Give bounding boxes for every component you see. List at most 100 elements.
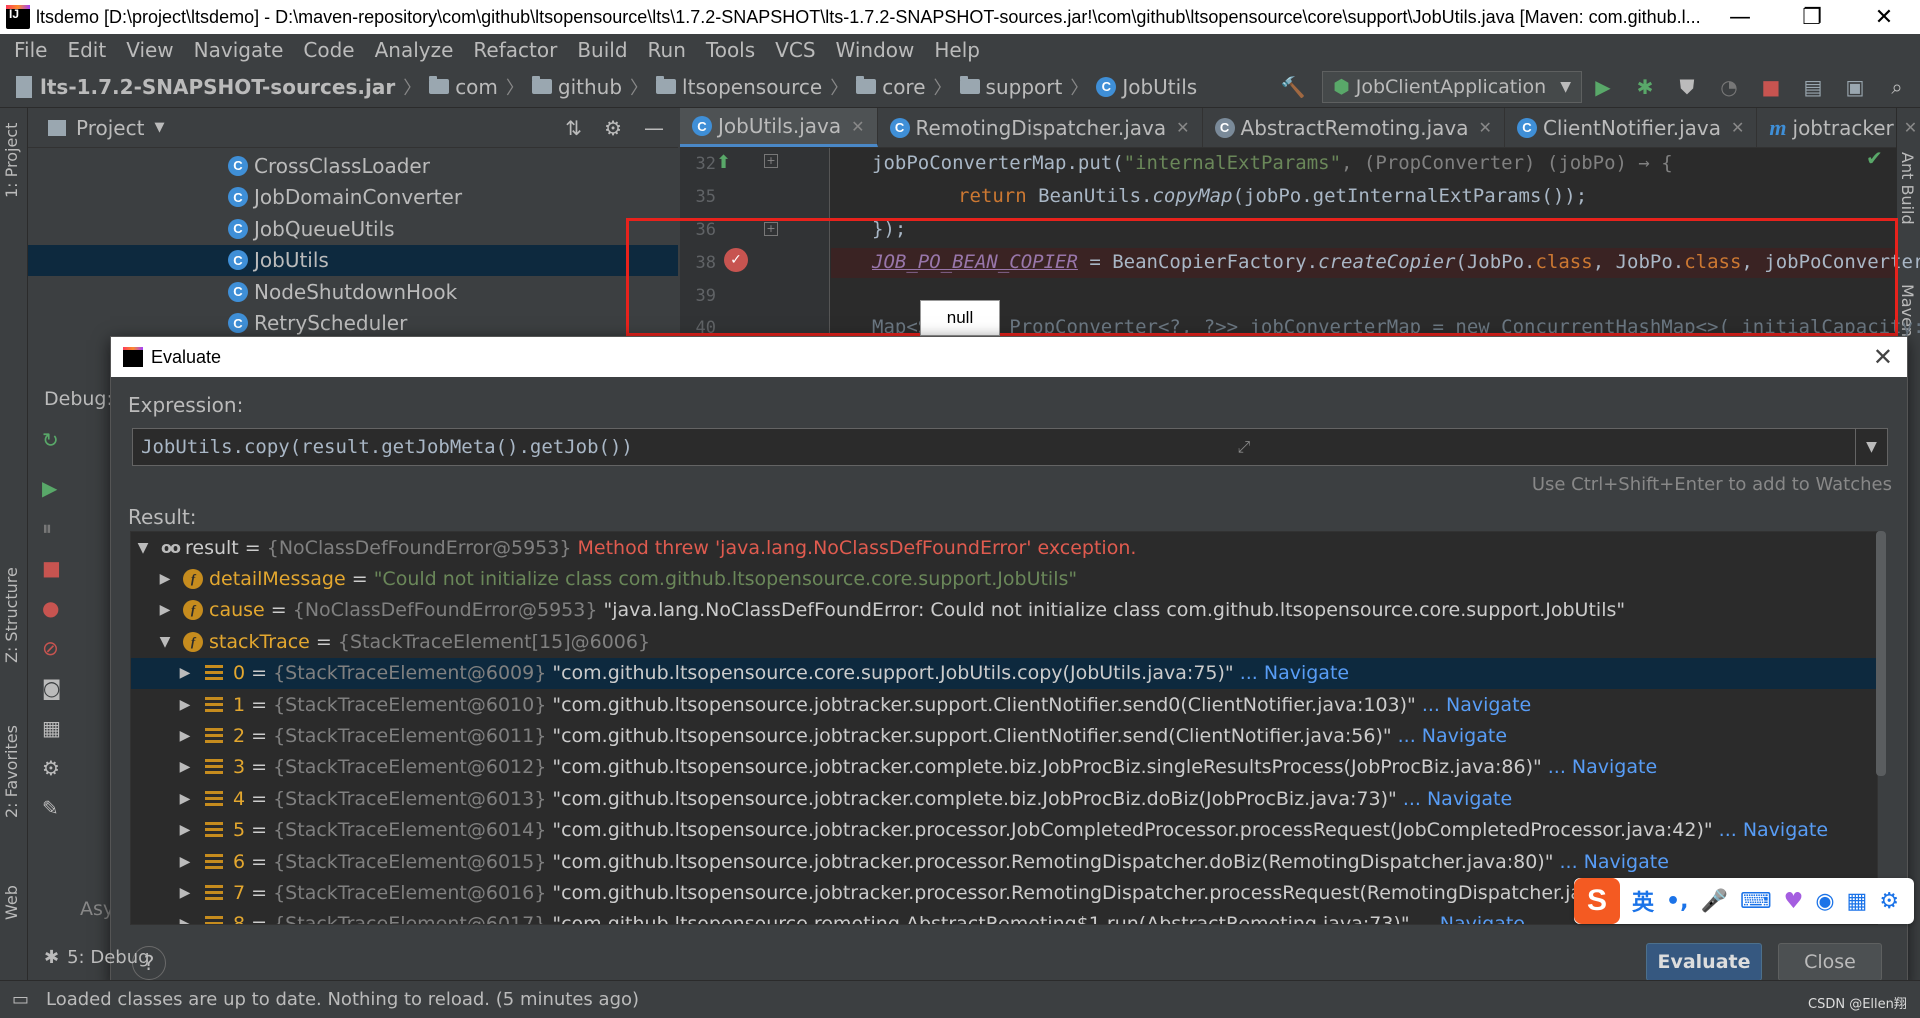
field-node-detailmessage[interactable]: ▶ f detailMessage = "Could not initializ… [131,563,1877,594]
expand-arrow-icon[interactable]: ▶ [177,697,193,713]
result-node[interactable]: ▼ oo result = {NoClassDefFoundError@5953… [131,532,1877,563]
tab-jobtracker[interactable]: m jobtracker ✕ [1757,108,1920,147]
menu-refactor[interactable]: Refactor [463,38,567,62]
tree-item-nodeshutdownhook[interactable]: C NodeShutdownHook [28,276,678,308]
navigate-link[interactable]: ... Navigate [1719,819,1828,841]
project-panel-title[interactable]: Project [76,116,144,140]
breakpoints-icon[interactable]: ● [42,596,59,620]
game-icon[interactable]: ◉ [1815,889,1834,914]
skin-icon[interactable]: ♥ [1784,889,1804,914]
search-icon[interactable]: ⌕ [1884,74,1910,100]
navigate-link[interactable]: ... Navigate [1240,662,1349,684]
close-tab-icon[interactable]: ✕ [851,117,864,136]
layout-icon[interactable]: ▣ [1842,74,1868,100]
close-tab-icon[interactable]: ✕ [1479,118,1492,137]
menu-code[interactable]: Code [293,38,364,62]
expand-arrow-icon[interactable]: ▶ [177,916,193,924]
close-icon[interactable]: ✕ [1873,343,1893,372]
field-node-stacktrace[interactable]: ▼ f stackTrace = {StackTraceElement[15]@… [131,626,1877,657]
collapse-all-icon[interactable]: ⇅ [565,116,582,140]
stack-frame-row[interactable]: ▶ 1 = {StackTraceElement@6010} "com.gith… [131,689,1877,720]
menu-build[interactable]: Build [567,38,637,62]
expand-arrow-icon[interactable]: ▶ [177,791,193,807]
menu-help[interactable]: Help [924,38,990,62]
close-window-button[interactable]: ✕ [1848,0,1920,34]
structure-tool-button[interactable]: Z: Structure [2,567,21,663]
apps-grid-icon[interactable]: ▦ [1847,889,1868,914]
stack-frame-row[interactable]: ▶ 5 = {StackTraceElement@6014} "com.gith… [131,815,1877,846]
rerun-icon[interactable]: ↻ [42,428,59,452]
build-hammer-icon[interactable]: 🔨 [1280,74,1306,100]
expand-arrow-icon[interactable]: ▶ [177,822,193,838]
settings-icon[interactable]: ⚙ [1879,889,1899,914]
coverage-icon[interactable]: ⛊ [1674,74,1700,100]
restore-button[interactable]: ❐ [1776,0,1848,34]
event-log-icon[interactable]: ▭ [12,989,29,1010]
run-icon[interactable]: ▶ [1590,74,1616,100]
stack-frame-row[interactable]: ▶ 2 = {StackTraceElement@6011} "com.gith… [131,720,1877,751]
navigate-link[interactable]: ... Navigate [1403,788,1512,810]
menu-run[interactable]: Run [638,38,696,62]
web-tool-button[interactable]: Web [2,885,21,920]
favorites-tool-button[interactable]: 2: Favorites [2,725,21,818]
navigate-link[interactable]: ... Navigate [1548,756,1657,778]
tab-jobutils[interactable]: C JobUtils.java ✕ [680,108,878,147]
tree-item-jobqueueutils[interactable]: C JobQueueUtils [28,213,678,245]
tab-clientnotifier[interactable]: C ClientNotifier.java ✕ [1505,108,1758,147]
debug-tool-tab[interactable]: ✱ 5: Debug [44,937,150,977]
hide-panel-icon[interactable]: — [644,116,664,140]
tree-item-jobdomainconverter[interactable]: C JobDomainConverter [28,182,678,214]
expand-arrow-icon[interactable]: ▶ [157,602,173,618]
menu-view[interactable]: View [116,38,183,62]
project-tool-button[interactable]: 1: Project [2,123,21,198]
resume-icon[interactable]: ▶ [42,476,57,500]
fold-icon[interactable]: + [764,154,778,168]
breadcrumb-jar[interactable]: lts-1.7.2-SNAPSHOT-sources.jar 〉 [0,74,421,100]
menu-analyze[interactable]: Analyze [365,38,464,62]
tree-item-crossclassloader[interactable]: C CrossClassLoader [28,150,678,182]
expand-arrow-icon[interactable]: ▶ [157,571,173,587]
expand-arrow-icon[interactable]: ▶ [177,728,193,744]
chevron-down-icon[interactable]: ▼ [154,120,164,135]
pause-icon[interactable]: ⏸ [42,516,52,540]
breadcrumb-com[interactable]: com 〉 [421,74,524,100]
expand-arrow-icon[interactable]: ▶ [177,885,193,901]
expression-input[interactable]: JobUtils.copy(result.getJobMeta().getJob… [132,428,1888,466]
override-marker-icon[interactable]: ⬆ [716,152,731,173]
evaluate-button[interactable]: Evaluate [1646,943,1762,981]
collapse-arrow-icon[interactable]: ▼ [157,634,173,650]
menu-navigate[interactable]: Navigate [184,38,294,62]
run-configuration-select[interactable]: ⬢ JobClientApplication ▼ [1322,70,1582,103]
stack-frame-row[interactable]: ▶ 6 = {StackTraceElement@6015} "com.gith… [131,846,1877,877]
result-tree[interactable]: ▼ oo result = {NoClassDefFoundError@5953… [130,531,1878,925]
expand-arrow-icon[interactable]: ▶ [177,854,193,870]
menu-edit[interactable]: Edit [57,38,116,62]
minimize-button[interactable]: — [1704,0,1776,34]
expand-editor-icon[interactable]: ⤢ [1231,437,1257,457]
ant-build-tool-button[interactable]: Ant Build [1898,152,1917,225]
debug-icon[interactable]: ✱ [1632,74,1658,100]
expand-arrow-icon[interactable]: ▶ [177,759,193,775]
layout-icon[interactable]: ▦ [42,716,61,740]
breadcrumb-support[interactable]: support 〉 [952,74,1088,100]
gear-icon[interactable]: ⚙ [604,116,622,140]
project-structure-icon[interactable]: ▤ [1800,74,1826,100]
ime-language-toggle[interactable]: 英 [1632,885,1654,917]
tree-item-retryscheduler[interactable]: C RetryScheduler [28,308,678,340]
close-tab-icon[interactable]: ✕ [1731,118,1744,137]
menu-tools[interactable]: Tools [696,38,765,62]
menu-window[interactable]: Window [826,38,925,62]
mute-breakpoints-icon[interactable]: ⊘ [42,636,59,660]
camera-icon[interactable]: ◙ [42,676,61,700]
punctuation-icon[interactable]: •, [1666,889,1688,914]
navigate-link[interactable]: ... Navigate [1422,694,1531,716]
stack-frame-row[interactable]: ▶ 3 = {StackTraceElement@6012} "com.gith… [131,752,1877,783]
breadcrumb-core[interactable]: core 〉 [848,74,952,100]
close-tab-icon[interactable]: ✕ [1176,118,1189,137]
keyboard-icon[interactable]: ⌨ [1740,889,1772,914]
microphone-icon[interactable]: 🎤 [1700,889,1727,914]
close-tab-icon[interactable]: ✕ [1904,118,1917,137]
field-node-cause[interactable]: ▶ f cause = {NoClassDefFoundError@5953} … [131,595,1877,626]
settings-icon[interactable]: ⚙ [42,756,60,780]
menu-file[interactable]: File [4,38,57,62]
